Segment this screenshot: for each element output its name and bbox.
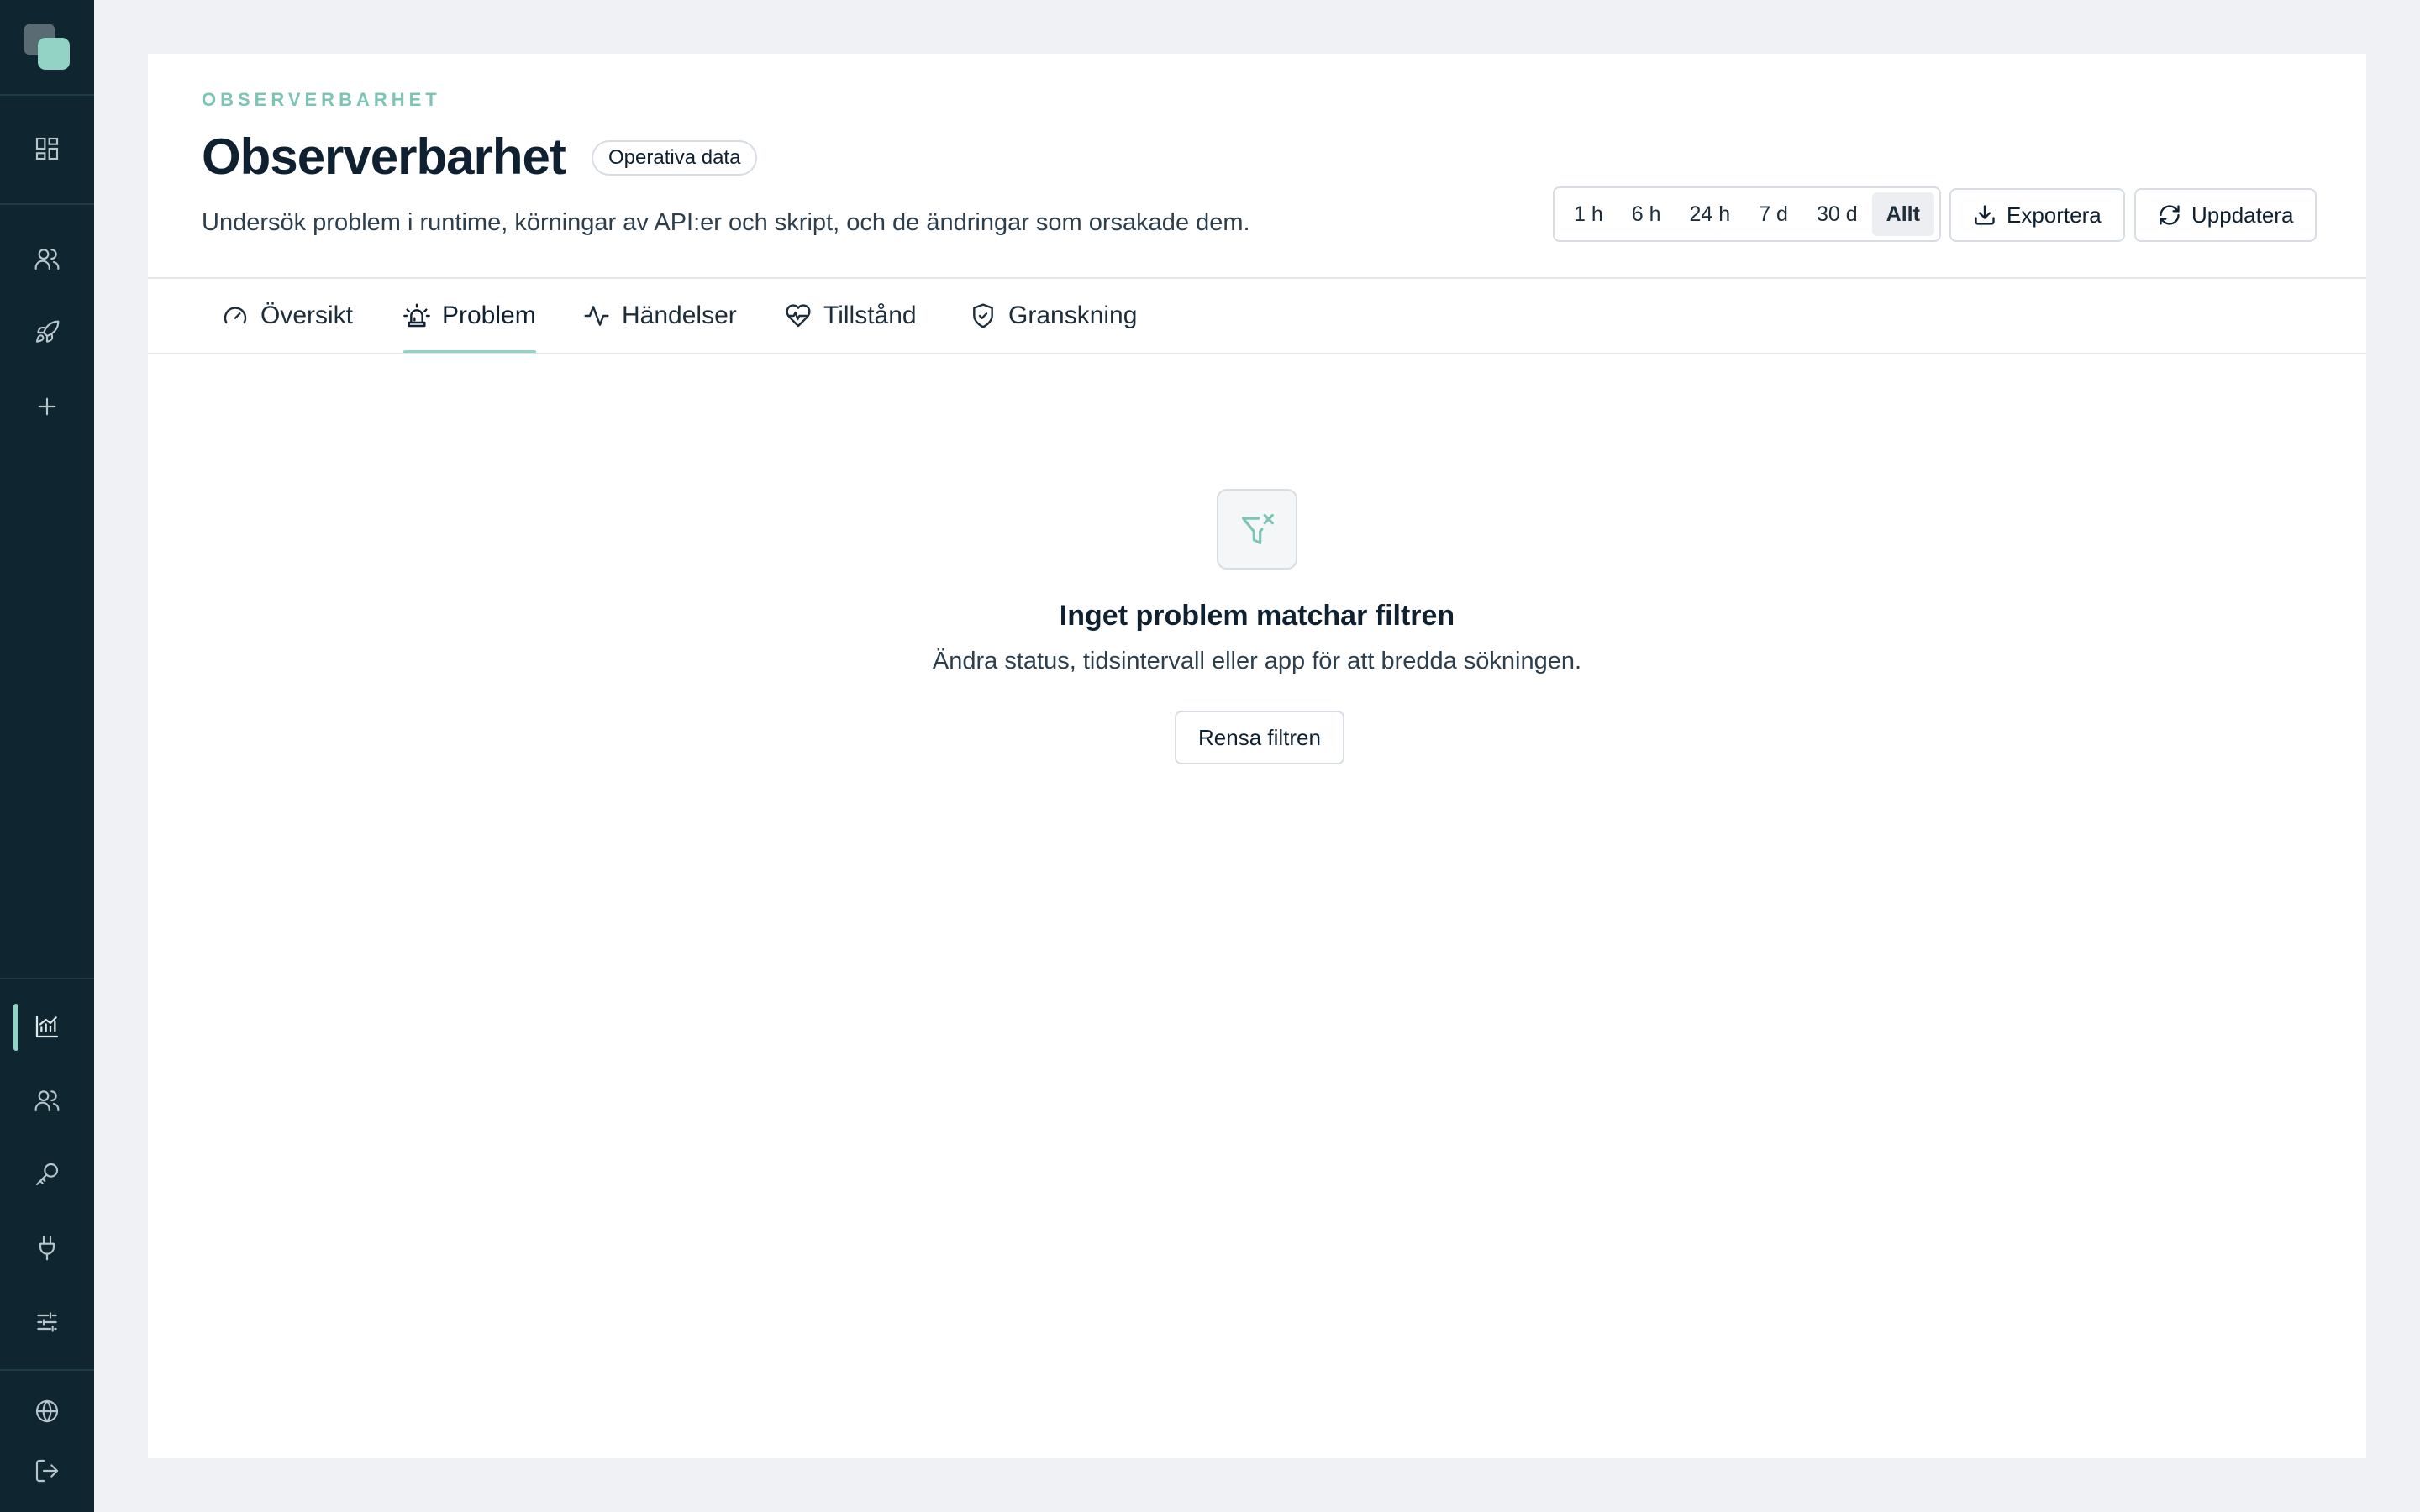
time-range-7d[interactable]: 7 d <box>1744 192 1802 236</box>
plug-icon <box>39 1236 55 1261</box>
heart-pulse-icon <box>786 304 811 328</box>
page-title: Observerbarhet <box>202 129 566 185</box>
logo-square-front <box>38 38 70 70</box>
tab-label: Problem <box>442 302 536 329</box>
logout-icon <box>35 1459 59 1483</box>
sidebar-item-observability[interactable] <box>17 996 77 1057</box>
tabs-divider <box>148 353 2366 354</box>
page-subtitle: Undersök problem i runtime, körningar av… <box>202 209 1250 236</box>
time-range-6h[interactable]: 6 h <box>1618 192 1676 236</box>
sidebar-divider <box>0 1369 94 1371</box>
time-range-all[interactable]: Allt <box>1871 192 1934 236</box>
refresh-button-label: Uppdatera <box>2191 202 2294 228</box>
tab-tillstand[interactable]: Tillstånd <box>785 279 917 353</box>
refresh-icon <box>2160 205 2180 225</box>
filter-x-icon <box>1241 513 1274 545</box>
time-range-30d[interactable]: 30 d <box>1802 192 1872 236</box>
sidebar-item-keys[interactable] <box>17 1144 77 1205</box>
activity-icon <box>584 306 609 326</box>
time-range-24h[interactable]: 24 h <box>1676 192 1745 236</box>
main-card: OBSERVERBARHET Observerbarhet Operativa … <box>148 54 2366 1458</box>
sidebar-divider <box>0 203 94 205</box>
sidebar-item-deploy[interactable] <box>17 302 77 363</box>
tab-label: Översikt <box>260 302 354 329</box>
chart-icon <box>35 1015 59 1038</box>
users-icon <box>34 249 60 270</box>
export-button-label: Exportera <box>2007 202 2102 228</box>
sidebar-item-integrations[interactable] <box>17 1218 77 1278</box>
sidebar-item-language[interactable] <box>17 1381 77 1441</box>
empty-state-text: Ändra status, tidsintervall eller app fö… <box>932 648 1582 675</box>
sidebar-item-dashboard[interactable] <box>17 118 77 179</box>
tab-granskning[interactable]: Granskning <box>970 279 1137 353</box>
export-button[interactable]: Exportera <box>1949 188 2125 242</box>
sidebar-item-team[interactable] <box>17 1070 77 1131</box>
time-range-selector: 1 h 6 h 24 h 7 d 30 d Allt <box>1553 186 1941 242</box>
globe-icon <box>35 1399 59 1423</box>
plus-icon <box>38 397 56 416</box>
tab-label: Händelser <box>622 302 737 329</box>
sidebar-item-settings[interactable] <box>17 1292 77 1352</box>
dashboard-icon <box>35 137 59 160</box>
sliders-icon <box>37 1312 57 1332</box>
rocket-icon <box>35 320 60 343</box>
empty-state-title: Inget problem matchar filtren <box>1059 600 1455 632</box>
tab-handelser[interactable]: Händelser <box>583 279 737 353</box>
download-icon <box>1975 205 1995 225</box>
gauge-icon <box>224 307 247 324</box>
sidebar-item-add[interactable] <box>17 376 77 437</box>
shield-check-icon <box>973 303 993 328</box>
empty-state-icon-box <box>1217 489 1297 570</box>
page-eyebrow: OBSERVERBARHET <box>202 89 441 110</box>
sidebar-item-logout[interactable] <box>17 1441 77 1501</box>
title-badge: Operativa data <box>592 140 758 176</box>
time-range-1h[interactable]: 1 h <box>1560 192 1618 236</box>
sidebar-divider <box>0 978 94 979</box>
tab-oversikt[interactable]: Översikt <box>222 279 353 353</box>
siren-icon <box>403 303 430 328</box>
tab-label: Tillstånd <box>823 302 917 329</box>
sidebar-divider <box>0 94 94 96</box>
tab-problem[interactable]: Problem <box>403 279 536 354</box>
key-icon <box>35 1163 59 1186</box>
sidebar <box>0 0 94 1512</box>
app-logo[interactable] <box>24 24 71 71</box>
sidebar-item-users[interactable] <box>17 228 77 289</box>
tab-label: Granskning <box>1008 302 1138 329</box>
refresh-button[interactable]: Uppdatera <box>2134 188 2317 242</box>
team-icon <box>34 1090 60 1112</box>
clear-filters-button[interactable]: Rensa filtren <box>1175 711 1344 764</box>
